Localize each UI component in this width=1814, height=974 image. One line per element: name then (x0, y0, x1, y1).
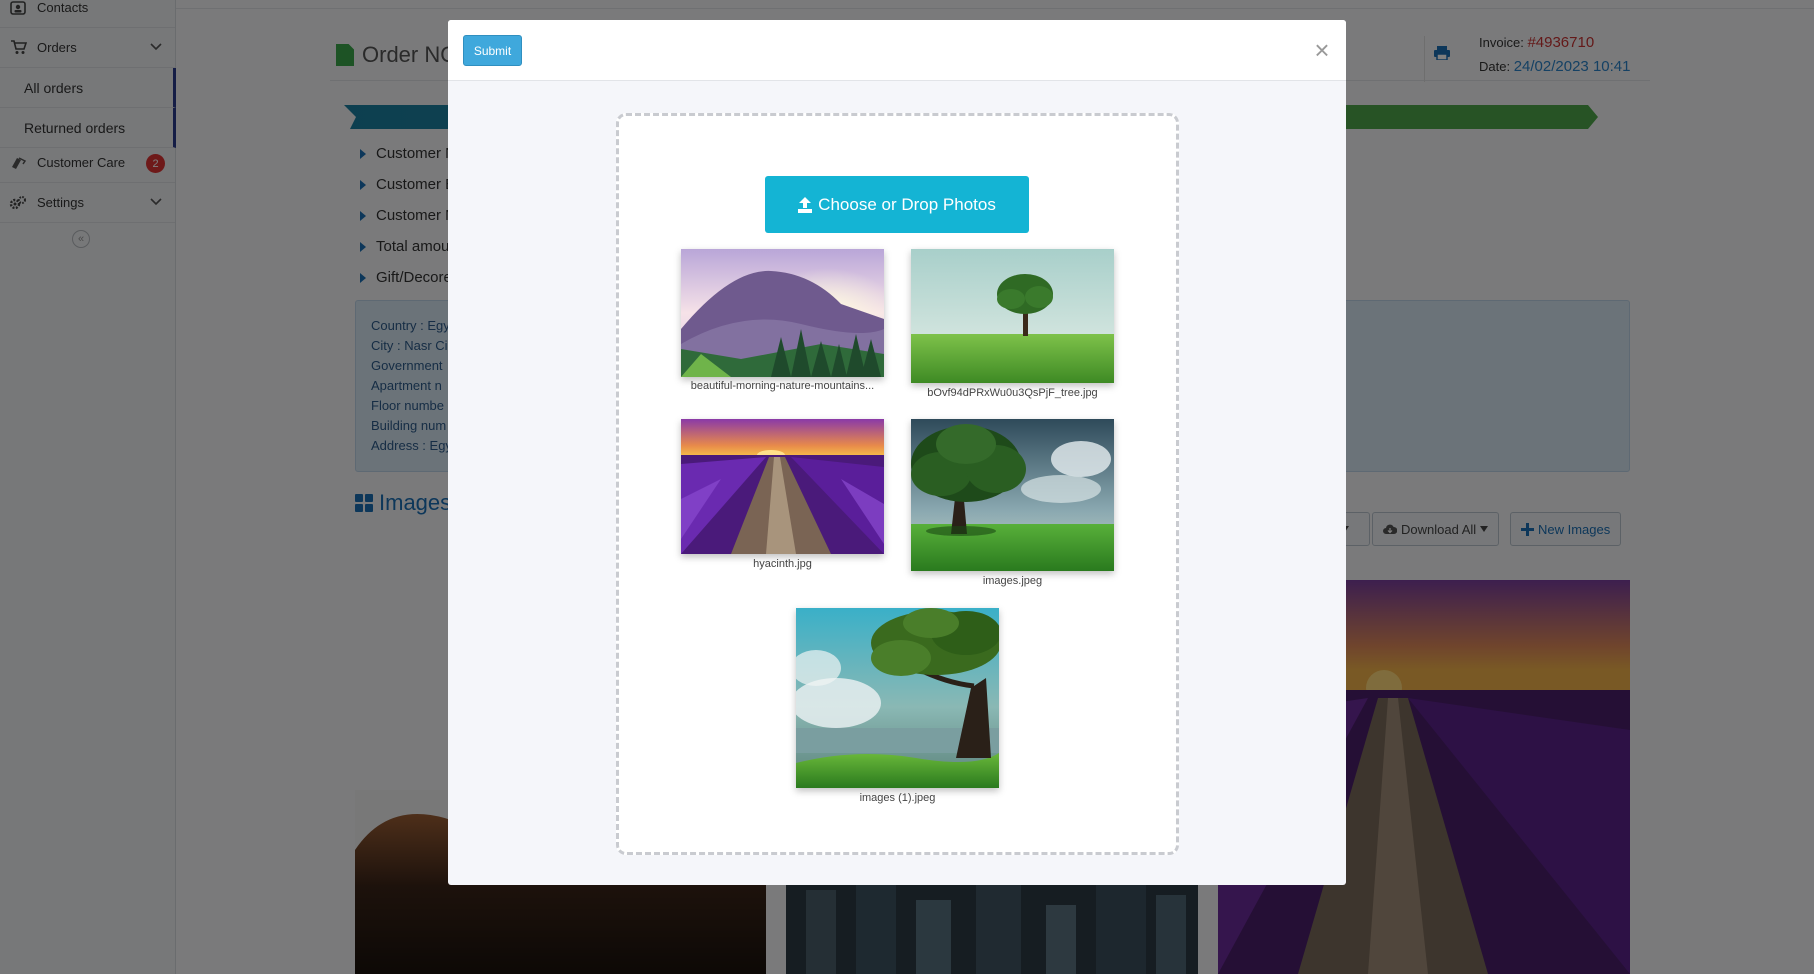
photo-thumbnail[interactable] (911, 249, 1114, 383)
tree-field-image (911, 249, 1114, 383)
submit-button[interactable]: Submit (463, 35, 522, 66)
photo-caption: bOvf94dPRxWu0u3QsPjF_tree.jpg (927, 387, 1098, 399)
choose-photos-button[interactable]: Choose or Drop Photos (765, 176, 1029, 233)
flower-field-image (681, 419, 884, 554)
upload-photos-modal: Submit × Choose or Drop Photos beautiful… (448, 20, 1346, 885)
modal-header: Submit × (448, 20, 1346, 81)
photo-thumbnail[interactable] (796, 608, 999, 788)
tree-cliff-image (796, 608, 999, 788)
photo-caption: images.jpeg (982, 575, 1043, 587)
choose-photos-label: Choose or Drop Photos (818, 194, 996, 214)
upload-icon (798, 196, 813, 213)
photo-thumbnail[interactable] (681, 249, 884, 377)
photo-thumbnail[interactable] (681, 419, 884, 554)
close-icon[interactable]: × (1310, 37, 1334, 63)
mountain-sunrise-image (681, 249, 884, 377)
photo-caption: beautiful-morning-nature-mountains... (690, 380, 875, 392)
photo-caption: hyacinth.jpg (753, 558, 812, 570)
big-tree-image (911, 419, 1114, 571)
photo-thumbnail[interactable] (911, 419, 1114, 571)
photo-caption: images (1).jpeg (859, 792, 936, 804)
